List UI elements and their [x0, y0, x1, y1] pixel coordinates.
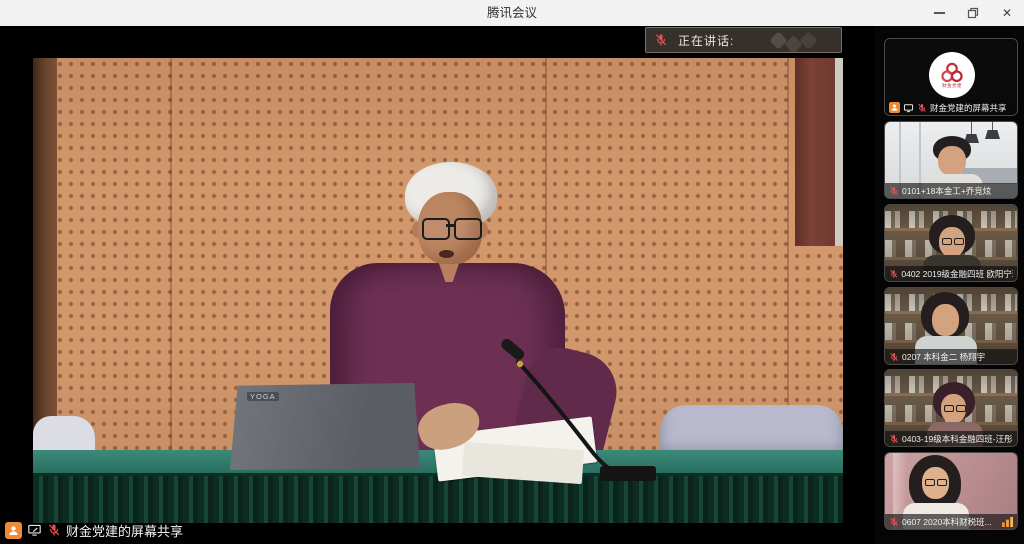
- glasses-lens: [422, 218, 450, 240]
- participant-name: 0403-19级本科金融四班-汪彤: [902, 433, 1013, 445]
- participant-name: 0101+18本金工+乔竞炫: [902, 185, 991, 197]
- maximize-button[interactable]: [956, 0, 990, 26]
- meeting-window: 腾讯会议 ✕: [0, 0, 1024, 544]
- participant-label: 财金党建的屏幕共享: [885, 100, 1017, 115]
- wood-pillar: [33, 58, 57, 450]
- participant-label: 0607 2020本科财税班...: [885, 514, 1017, 529]
- muted-mic-icon: [889, 434, 899, 444]
- participant-name: 0207 本科金二 杨翔宇: [902, 351, 985, 363]
- screen-share-icon: [27, 523, 42, 537]
- participants-sidebar[interactable]: 财金党建 财金党建的屏幕共: [875, 26, 1024, 544]
- window-title: 腾讯会议: [0, 0, 1024, 26]
- share-source-bar: 财金党建的屏幕共享: [5, 519, 183, 541]
- speaking-label: 正在讲话:: [678, 32, 734, 49]
- wall-seam: [170, 58, 172, 450]
- presenter-icon: [889, 102, 900, 113]
- participant-tile[interactable]: 0607 2020本科财税班...: [884, 452, 1018, 530]
- window-controls: ✕: [922, 0, 1024, 26]
- participant-tile[interactable]: 0207 本科金二 杨翔宇: [884, 287, 1018, 365]
- glasses-bridge: [446, 224, 454, 227]
- muted-mic-icon: [889, 186, 899, 196]
- speaker-mouth: [439, 250, 454, 258]
- share-source-label: 财金党建的屏幕共享: [66, 521, 183, 540]
- organization-logo: 财金党建: [929, 52, 975, 98]
- muted-mic-icon: [47, 523, 61, 537]
- muted-mic-icon: [889, 517, 899, 527]
- screen-share-icon: [903, 103, 914, 113]
- minimize-button[interactable]: [922, 0, 956, 26]
- muted-mic-icon: [889, 269, 898, 279]
- speaking-banner: 正在讲话:: [645, 27, 842, 53]
- participant-name: 0402 2019级金融四班 欧阳宁瑶: [901, 268, 1013, 280]
- participant-label: 0403-19级本科金融四班-汪彤: [885, 431, 1017, 446]
- close-button[interactable]: ✕: [990, 0, 1024, 26]
- title-bar: 腾讯会议 ✕: [0, 0, 1024, 27]
- maroon-panel: [795, 58, 835, 246]
- wall-seam: [787, 58, 789, 450]
- participant-tile[interactable]: 0402 2019级金融四班 欧阳宁瑶: [884, 204, 1018, 282]
- glasses-lens: [454, 218, 482, 240]
- laptop: YOGA: [230, 383, 420, 470]
- participant-label: 0402 2019级金融四班 欧阳宁瑶: [885, 266, 1017, 281]
- participant-tile-share[interactable]: 财金党建 财金党建的屏幕共: [884, 38, 1018, 116]
- participant-label: 0207 本科金二 杨翔宇: [885, 349, 1017, 364]
- participant-tile[interactable]: 0403-19级本科金融四班-汪彤: [884, 369, 1018, 447]
- network-signal-icon: [1001, 516, 1014, 527]
- gooseneck-microphone: [488, 296, 663, 481]
- laptop-brand-label: YOGA: [247, 392, 279, 401]
- participant-label: 0101+18本金工+乔竞炫: [885, 183, 1017, 198]
- participant-name: 财金党建的屏幕共享: [930, 102, 1007, 114]
- participant-name: 0607 2020本科财税班...: [902, 516, 992, 528]
- speaker-glasses: [422, 218, 478, 238]
- restore-icon: [967, 7, 979, 19]
- main-video-stage[interactable]: YOGA: [33, 58, 843, 523]
- participant-tile[interactable]: 0101+18本金工+乔竞炫: [884, 121, 1018, 199]
- muted-mic-icon: [889, 352, 899, 362]
- muted-mic-icon: [654, 33, 668, 47]
- close-icon: ✕: [1002, 7, 1012, 19]
- presenter-icon: [5, 522, 22, 539]
- muted-mic-icon: [917, 103, 927, 113]
- logo-caption: 财金党建: [942, 83, 962, 89]
- minimize-icon: [934, 12, 945, 14]
- meeting-watermark-icon: [772, 34, 815, 51]
- meeting-content: YOGA 正在讲话:: [0, 26, 1024, 544]
- curtain-strip: [835, 58, 843, 246]
